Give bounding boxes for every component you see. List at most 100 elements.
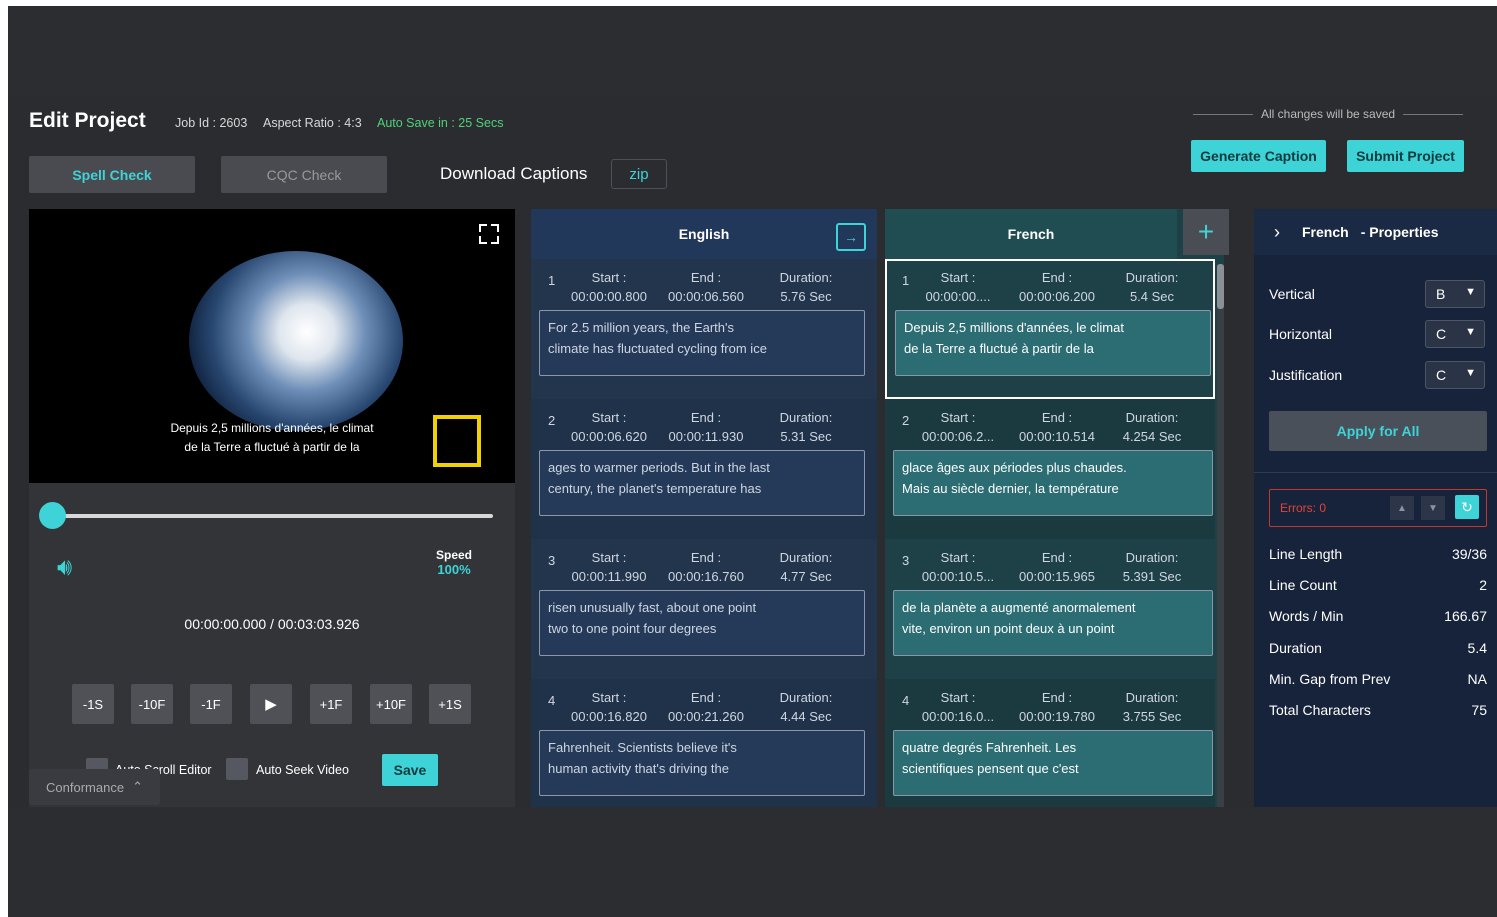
caption-text-input[interactable]: For 2.5 million years, the Earth's clima… bbox=[539, 310, 865, 376]
download-captions-label: Download Captions bbox=[440, 164, 588, 183]
job-id: Job Id : 2603 bbox=[175, 116, 248, 130]
previous-error-button[interactable]: ▲ bbox=[1390, 496, 1414, 520]
broadcaster-logo bbox=[433, 415, 481, 467]
back-1f-button[interactable]: -1F bbox=[190, 684, 232, 724]
caption-duration: Duration: 4.77 Sec bbox=[771, 548, 841, 586]
vertical-value: B bbox=[1436, 286, 1446, 302]
volume-icon[interactable]: 🔊︎ bbox=[57, 554, 87, 581]
apply-for-all-button[interactable]: Apply for All bbox=[1269, 411, 1487, 451]
french-caption-row[interactable]: 3 Start : 00:00:10.5... End : 00:00:15.9… bbox=[885, 539, 1215, 679]
subtitle-line-1: Depuis 2,5 millions d'années, le climat bbox=[170, 421, 374, 435]
download-format-select[interactable]: zip bbox=[611, 159, 667, 189]
english-panel-header: English bbox=[531, 209, 877, 259]
duration-value: 3.755 Sec bbox=[1122, 709, 1182, 724]
caption-line: de la Terre a fluctué à partir de la bbox=[904, 341, 1094, 356]
caption-start: Start : 00:00:11.990 bbox=[564, 548, 654, 586]
stat-value: 5.4 bbox=[1467, 640, 1487, 656]
justification-label: Justification bbox=[1269, 367, 1343, 383]
stat-value: 166.67 bbox=[1444, 608, 1487, 624]
video-player[interactable]: Depuis 2,5 millions d'années, le climat … bbox=[29, 209, 515, 483]
conformance-toggle[interactable]: Conformance ⌃ bbox=[29, 769, 160, 805]
caption-number: 2 bbox=[902, 413, 910, 428]
submit-project-button[interactable]: Submit Project bbox=[1347, 140, 1464, 172]
french-panel-header: French bbox=[885, 209, 1177, 259]
stat-label: Duration bbox=[1269, 640, 1322, 656]
caption-line: human activity that's driving the bbox=[548, 761, 729, 776]
back-10f-button[interactable]: -10F bbox=[131, 684, 173, 724]
caption-line: ages to warmer periods. But in the last bbox=[548, 460, 770, 475]
horizontal-select[interactable]: C ▼ bbox=[1425, 320, 1485, 348]
cqc-check-button[interactable]: CQC Check bbox=[221, 156, 387, 193]
caption-line: For 2.5 million years, the Earth's bbox=[548, 320, 734, 335]
caption-text-input[interactable]: glace âges aux périodes plus chaudes. Ma… bbox=[893, 450, 1213, 516]
justification-value: C bbox=[1436, 367, 1447, 383]
english-caption-row[interactable]: 3 Start : 00:00:11.990 End : 00:00:16.76… bbox=[531, 539, 877, 679]
caption-line: vite, environ un point deux à un point bbox=[902, 621, 1115, 636]
caption-line: quatre degrés Fahrenheit. Les bbox=[902, 740, 1077, 755]
caption-end: End : 00:00:21.260 bbox=[661, 688, 751, 726]
french-panel-title: French bbox=[1007, 226, 1055, 242]
caption-text-input[interactable]: risen unusually fast, about one point tw… bbox=[539, 590, 865, 656]
french-scrollbar[interactable] bbox=[1217, 264, 1224, 807]
caption-number: 1 bbox=[902, 273, 910, 288]
save-button[interactable]: Save bbox=[382, 754, 438, 786]
chevron-down-icon: ▼ bbox=[1465, 326, 1476, 338]
chevron-right-icon[interactable]: › bbox=[1274, 222, 1280, 243]
caption-text-input[interactable]: Depuis 2,5 millions d'années, le climat … bbox=[895, 310, 1211, 376]
caption-text-input[interactable]: ages to warmer periods. But in the last … bbox=[539, 450, 865, 516]
speed-value: 100% bbox=[437, 562, 471, 577]
end-time: 00:00:15.965 bbox=[1019, 569, 1095, 584]
play-button[interactable]: ▶ bbox=[250, 684, 292, 724]
chevron-down-icon: ▼ bbox=[1465, 286, 1476, 298]
caption-line: Fahrenheit. Scientists believe it's bbox=[548, 740, 737, 755]
caption-end: End : 00:00:16.760 bbox=[661, 548, 751, 586]
add-language-button[interactable]: + bbox=[1183, 209, 1229, 255]
english-caption-row[interactable]: 1 Start : 00:00:00.800 End : 00:00:06.56… bbox=[531, 259, 877, 399]
start-time: 00:00:10.5... bbox=[921, 569, 995, 584]
speed-control[interactable]: Speed 100% bbox=[419, 548, 489, 577]
export-icon[interactable]: → bbox=[836, 223, 866, 251]
start-time: 00:00:06.2... bbox=[921, 429, 995, 444]
french-caption-row[interactable]: 2 Start : 00:00:06.2... End : 00:00:10.5… bbox=[885, 399, 1215, 539]
back-1s-button[interactable]: -1S bbox=[72, 684, 114, 724]
seek-slider-track[interactable] bbox=[53, 514, 493, 518]
page-title: Edit Project bbox=[29, 109, 146, 132]
next-error-button[interactable]: ▼ bbox=[1421, 496, 1445, 520]
caption-text-input[interactable]: Fahrenheit. Scientists believe it's huma… bbox=[539, 730, 865, 796]
caption-text-input[interactable]: de la planète a augmenté anormalement vi… bbox=[893, 590, 1213, 656]
french-caption-row[interactable]: 1 Start : 00:00:00.... End : 00:00:06.20… bbox=[885, 259, 1215, 399]
caption-end: End : 00:00:10.514 bbox=[1012, 408, 1102, 446]
english-caption-row[interactable]: 4 Start : 00:00:16.820 End : 00:00:21.26… bbox=[531, 679, 877, 807]
caption-text-input[interactable]: quatre degrés Fahrenheit. Les scientifiq… bbox=[893, 730, 1213, 796]
duration-value: 4.44 Sec bbox=[780, 709, 832, 724]
start-time: 00:00:16.0... bbox=[921, 709, 995, 724]
seek-slider-handle[interactable] bbox=[39, 502, 66, 529]
duration-label: Duration: bbox=[1125, 410, 1179, 425]
end-time: 00:00:10.514 bbox=[1019, 429, 1095, 444]
end-time: 00:00:19.780 bbox=[1019, 709, 1095, 724]
properties-header: › French - Properties bbox=[1254, 209, 1497, 255]
caption-duration: Duration: 5.31 Sec bbox=[771, 408, 841, 446]
vertical-select[interactable]: B ▼ bbox=[1425, 280, 1485, 308]
window-frame-top bbox=[0, 0, 1497, 6]
caption-duration: Duration: 3.755 Sec bbox=[1117, 688, 1187, 726]
generate-caption-button[interactable]: Generate Caption bbox=[1191, 140, 1326, 172]
french-caption-row[interactable]: 4 Start : 00:00:16.0... End : 00:00:19.7… bbox=[885, 679, 1215, 807]
english-caption-row[interactable]: 2 Start : 00:00:06.620 End : 00:00:11.93… bbox=[531, 399, 877, 539]
speed-label: Speed bbox=[435, 548, 472, 562]
auto-seek-checkbox[interactable] bbox=[226, 758, 248, 780]
forward-10f-button[interactable]: +10F bbox=[370, 684, 412, 724]
spell-check-button[interactable]: Spell Check bbox=[29, 156, 195, 193]
forward-1s-button[interactable]: +1S bbox=[429, 684, 471, 724]
properties-panel: › French - Properties Vertical B ▼ Horiz… bbox=[1254, 209, 1497, 807]
start-time: 00:00:06.620 bbox=[571, 429, 647, 444]
forward-1f-button[interactable]: +1F bbox=[310, 684, 352, 724]
justification-select[interactable]: C ▼ bbox=[1425, 361, 1485, 389]
video-subtitle-overlay: Depuis 2,5 millions d'années, le climat … bbox=[149, 419, 395, 457]
end-label: End : bbox=[690, 550, 722, 565]
caption-start: Start : 00:00:10.5... bbox=[918, 548, 998, 586]
fullscreen-icon[interactable] bbox=[479, 224, 499, 244]
scrollbar-thumb[interactable] bbox=[1217, 264, 1224, 309]
refresh-icon[interactable]: ↻ bbox=[1455, 495, 1479, 519]
caption-line: risen unusually fast, about one point bbox=[548, 600, 757, 615]
